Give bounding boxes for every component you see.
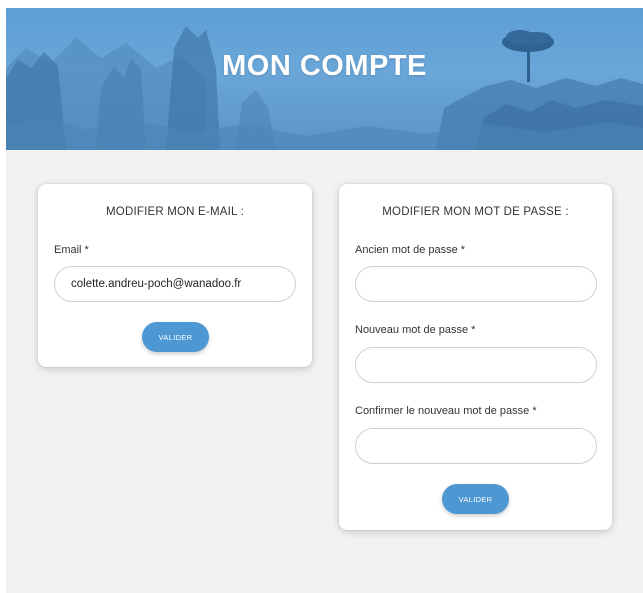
email-card-title: MODIFIER MON E-MAIL : bbox=[106, 206, 244, 218]
validate-password-button[interactable]: VALIDER bbox=[442, 484, 509, 514]
old-password-input[interactable] bbox=[355, 266, 597, 302]
old-password-label: Ancien mot de passe * bbox=[355, 244, 466, 256]
confirm-password-label: Confirmer le nouveau mot de passe * bbox=[355, 405, 537, 417]
page-background: MON COMPTE MODIFIER MON E-MAIL : Email *… bbox=[6, 8, 643, 593]
confirm-password-input[interactable] bbox=[355, 428, 597, 464]
email-card: MODIFIER MON E-MAIL : Email * VALIDER bbox=[38, 184, 312, 367]
page-title: MON COMPTE bbox=[222, 50, 427, 82]
new-password-input[interactable] bbox=[355, 347, 597, 383]
password-card-title: MODIFIER MON MOT DE PASSE : bbox=[382, 206, 569, 218]
email-label: Email * bbox=[54, 244, 89, 256]
email-input[interactable] bbox=[54, 266, 296, 302]
new-password-label: Nouveau mot de passe * bbox=[355, 324, 476, 336]
header-banner: MON COMPTE bbox=[6, 8, 643, 150]
validate-email-button[interactable]: VALIDER bbox=[142, 322, 209, 352]
password-card: MODIFIER MON MOT DE PASSE : Ancien mot d… bbox=[339, 184, 612, 530]
